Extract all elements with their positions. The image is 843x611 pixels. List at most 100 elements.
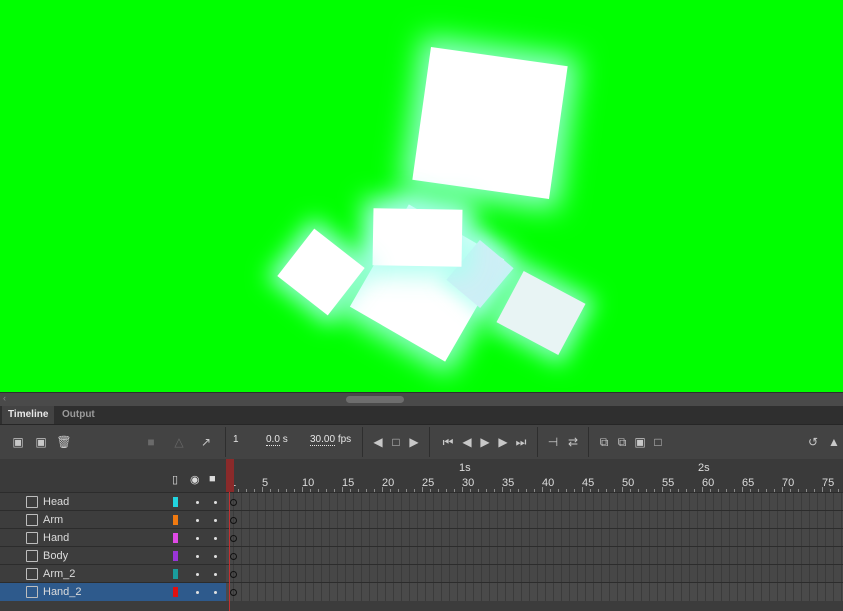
- layer-row[interactable]: Arm_2: [0, 564, 226, 583]
- layer-icon: [26, 532, 38, 544]
- scroll-left-icon[interactable]: ‹: [3, 393, 6, 403]
- layer-frames[interactable]: [226, 564, 843, 583]
- current-frame-field[interactable]: 1: [233, 434, 239, 445]
- visibility-toggle[interactable]: [196, 537, 199, 540]
- collapse-icon[interactable]: ▲: [826, 435, 842, 449]
- layer-icon: [26, 568, 38, 580]
- toolbar-separator: [362, 427, 363, 457]
- layer-row[interactable]: Arm: [0, 510, 226, 529]
- new-folder-icon[interactable]: ▣: [33, 435, 49, 449]
- toolbar-separator: [588, 427, 589, 457]
- frame-number-label: 75: [822, 477, 835, 489]
- visibility-toggle[interactable]: [196, 519, 199, 522]
- lock-toggle[interactable]: [214, 591, 217, 594]
- go-to-first-frame-icon[interactable]: ⏮: [440, 435, 456, 449]
- lock-toggle[interactable]: [214, 501, 217, 504]
- hand-shape[interactable]: [496, 270, 586, 356]
- keyframe[interactable]: [230, 553, 237, 560]
- graph-icon[interactable]: ↗: [198, 435, 214, 449]
- layer-color-swatch[interactable]: [173, 533, 178, 543]
- insert-frame-icon[interactable]: ⊣: [545, 435, 561, 449]
- eye-icon[interactable]: ◉: [190, 473, 200, 486]
- layer-row[interactable]: Head: [0, 492, 226, 511]
- parenting-icon[interactable]: △: [171, 435, 187, 449]
- visibility-toggle[interactable]: [196, 501, 199, 504]
- keyframe[interactable]: [230, 535, 237, 542]
- time-value[interactable]: 0.0: [266, 434, 280, 446]
- layer-name[interactable]: Head: [43, 496, 69, 508]
- frame-number-label: 50: [622, 477, 635, 489]
- visibility-toggle[interactable]: [196, 555, 199, 558]
- layer-header: ▯ ◉ ■: [0, 459, 226, 492]
- arm-2-shape[interactable]: [372, 208, 463, 267]
- outline-toggle-icon[interactable]: ▯: [172, 473, 178, 486]
- frame-number-label: 55: [662, 477, 675, 489]
- lock-toggle[interactable]: [214, 555, 217, 558]
- onion-outline-icon[interactable]: ⧉: [614, 435, 630, 449]
- layer-frames[interactable]: [226, 510, 843, 529]
- layer-color-swatch[interactable]: [173, 497, 178, 507]
- fps-field[interactable]: 30.00 fps: [310, 434, 352, 446]
- toolbar-separator: [225, 427, 226, 457]
- frame-number-label: 30: [462, 477, 475, 489]
- frame-ruler[interactable]: 1s 2s 1 5 10 15 20 25 30 35 40 45 50 55 60 65 70 75: [226, 459, 843, 492]
- lock-toggle[interactable]: [214, 519, 217, 522]
- delete-layer-icon[interactable]: 🗑: [56, 435, 72, 449]
- lock-toggle[interactable]: [214, 573, 217, 576]
- arrow-right-icon[interactable]: ▶: [406, 435, 422, 449]
- layer-color-swatch[interactable]: [173, 587, 178, 597]
- layer-name[interactable]: Hand_2: [43, 586, 82, 598]
- frame-number-label: 70: [782, 477, 795, 489]
- panel-tab-bar: Timeline Output: [0, 406, 843, 425]
- timeline-toolbar: ▣ ▣ 🗑 ■ △ ↗ 1 0.0 s 30.00 fps ◀ □ ▶ ⏮ ◀ …: [0, 425, 843, 459]
- layer-row[interactable]: Hand: [0, 528, 226, 547]
- fps-unit: fps: [337, 434, 352, 445]
- keyframe[interactable]: [230, 571, 237, 578]
- step-forward-icon[interactable]: ▶: [495, 435, 511, 449]
- loop-icon[interactable]: ↺: [805, 435, 821, 449]
- modify-markers-icon[interactable]: □: [650, 435, 666, 449]
- step-back-icon[interactable]: ◀: [459, 435, 475, 449]
- stage-canvas[interactable]: [0, 0, 843, 392]
- layer-name[interactable]: Arm: [43, 514, 63, 526]
- lock-icon[interactable]: ■: [209, 473, 216, 485]
- time-field[interactable]: 0.0 s: [266, 434, 288, 446]
- go-to-last-frame-icon[interactable]: ⏭: [513, 435, 529, 449]
- scrollbar-thumb[interactable]: [346, 396, 404, 403]
- head-shape[interactable]: [412, 47, 568, 199]
- layer-row[interactable]: Body: [0, 546, 226, 565]
- layer-frames[interactable]: [226, 492, 843, 511]
- keyframe[interactable]: [230, 517, 237, 524]
- arrow-left-icon[interactable]: ◀: [370, 435, 386, 449]
- layer-color-swatch[interactable]: [173, 569, 178, 579]
- layer-color-swatch[interactable]: [173, 515, 178, 525]
- layer-frames[interactable]: [226, 582, 843, 601]
- layer-frames[interactable]: [226, 528, 843, 547]
- stage-scrollbar[interactable]: ‹: [0, 392, 843, 406]
- keyframe[interactable]: [230, 499, 237, 506]
- tab-output[interactable]: Output: [56, 406, 101, 424]
- layer-icon: [26, 550, 38, 562]
- layer-name[interactable]: Arm_2: [43, 568, 75, 580]
- visibility-toggle[interactable]: [196, 573, 199, 576]
- new-layer-icon[interactable]: ▣: [10, 435, 26, 449]
- keyframe[interactable]: [230, 589, 237, 596]
- layer-name[interactable]: Hand: [43, 532, 69, 544]
- toolbar-separator: [429, 427, 430, 457]
- fps-value[interactable]: 30.00: [310, 434, 336, 446]
- camera-icon[interactable]: ■: [143, 435, 159, 449]
- play-icon[interactable]: ▶: [477, 435, 493, 449]
- edit-multiple-frames-icon[interactable]: ▣: [632, 435, 648, 449]
- frame-number-label: 35: [502, 477, 515, 489]
- layer-name[interactable]: Body: [43, 550, 68, 562]
- layer-color-swatch[interactable]: [173, 551, 178, 561]
- lock-toggle[interactable]: [214, 537, 217, 540]
- frame-number-label: 10: [302, 477, 315, 489]
- tab-timeline[interactable]: Timeline: [2, 406, 55, 424]
- layer-row[interactable]: Hand_2: [0, 582, 226, 601]
- layer-frames[interactable]: [226, 546, 843, 565]
- loop-range-icon[interactable]: ⇄: [565, 435, 581, 449]
- onion-skin-icon[interactable]: ⧉: [596, 435, 612, 449]
- center-frame-icon[interactable]: □: [388, 435, 404, 449]
- visibility-toggle[interactable]: [196, 591, 199, 594]
